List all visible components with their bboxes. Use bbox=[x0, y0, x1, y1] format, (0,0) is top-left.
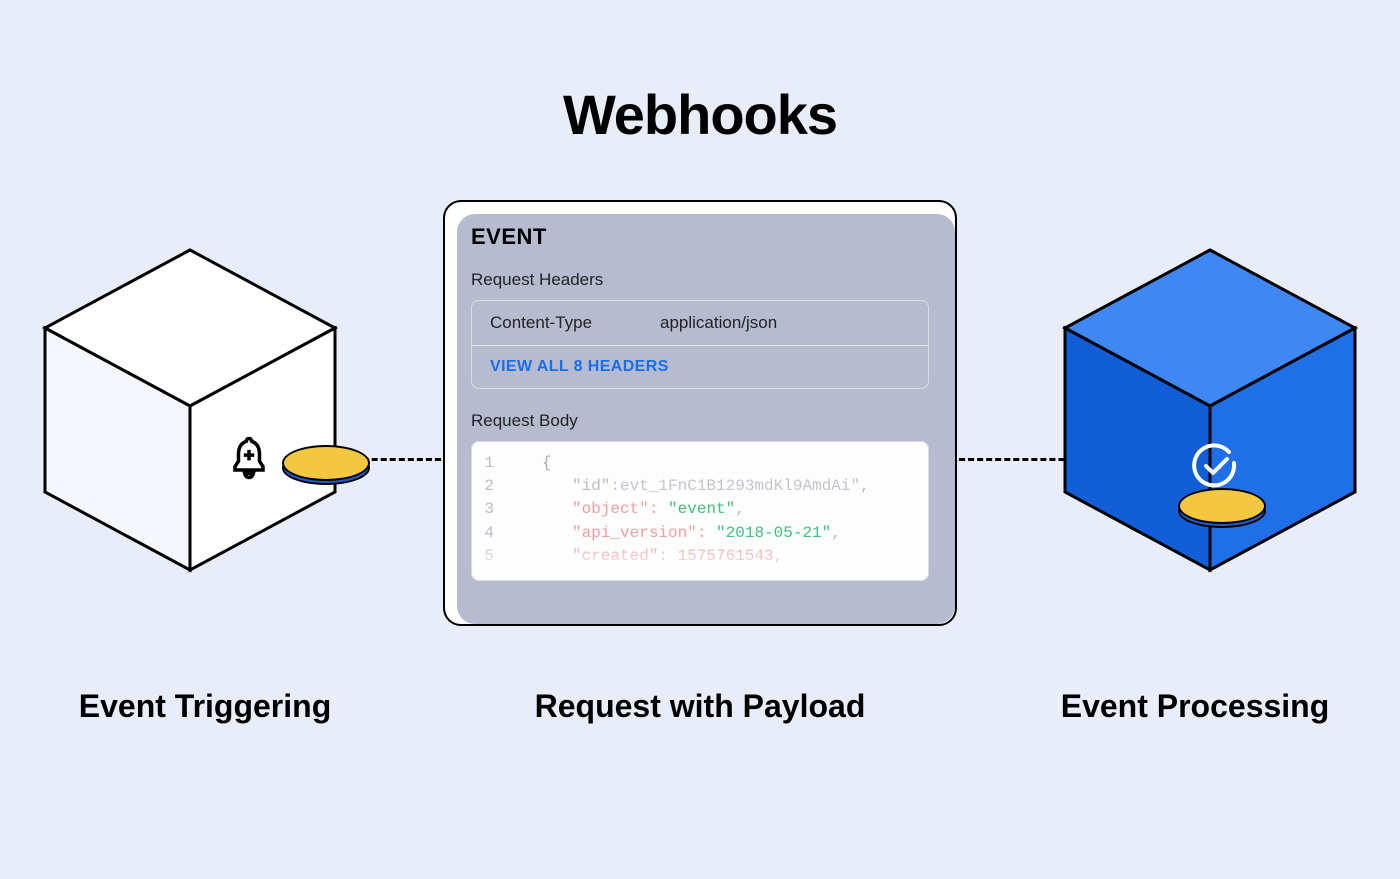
check-circle-icon bbox=[1189, 440, 1241, 492]
line-number: 1 bbox=[484, 452, 512, 475]
cube-event-triggering bbox=[30, 240, 350, 580]
line-number: 4 bbox=[484, 522, 512, 545]
request-headers-label: Request Headers bbox=[471, 270, 929, 290]
line-number: 5 bbox=[484, 545, 512, 568]
code-token: , bbox=[774, 547, 784, 565]
bottom-labels: Event Triggering Request with Payload Ev… bbox=[0, 688, 1400, 725]
code-token: "2018-05-21" bbox=[716, 524, 831, 542]
line-number: 3 bbox=[484, 498, 512, 521]
event-heading: EVENT bbox=[471, 224, 929, 250]
code-token: :evt_1FnC1B1293mdKl9AmdAi" bbox=[610, 477, 860, 495]
view-all-headers-button[interactable]: VIEW ALL 8 HEADERS bbox=[472, 345, 928, 388]
code-token: "event" bbox=[668, 500, 735, 518]
request-body-label: Request Body bbox=[471, 411, 929, 431]
code-token: "id" bbox=[572, 477, 610, 495]
code-token: , bbox=[735, 500, 745, 518]
page-title: Webhooks bbox=[0, 82, 1400, 147]
headers-box: Content-Type application/json VIEW ALL 8… bbox=[471, 300, 929, 389]
label-request-payload: Request with Payload bbox=[370, 688, 1030, 725]
code-token: "created": bbox=[572, 547, 668, 565]
code-token: 1575761543 bbox=[678, 547, 774, 565]
label-event-processing: Event Processing bbox=[1030, 688, 1360, 725]
coin-icon bbox=[282, 445, 370, 481]
cube-event-processing bbox=[1050, 240, 1370, 580]
bell-add-icon bbox=[228, 435, 270, 485]
code-token: "api_version": bbox=[572, 524, 706, 542]
code-token: { bbox=[542, 454, 552, 472]
header-value: application/json bbox=[660, 313, 777, 333]
code-token: "object": bbox=[572, 500, 658, 518]
line-number: 2 bbox=[484, 475, 512, 498]
coin-icon bbox=[1178, 488, 1266, 524]
event-card: EVENT Request Headers Content-Type appli… bbox=[443, 200, 957, 626]
code-box: 1 { 2 "id":evt_1FnC1B1293mdKl9AmdAi", 3 "ob… bbox=[471, 441, 929, 581]
label-event-triggering: Event Triggering bbox=[40, 688, 370, 725]
code-token: , bbox=[831, 524, 841, 542]
code-token: , bbox=[860, 477, 870, 495]
header-row: Content-Type application/json bbox=[472, 301, 928, 345]
header-key: Content-Type bbox=[490, 313, 660, 333]
